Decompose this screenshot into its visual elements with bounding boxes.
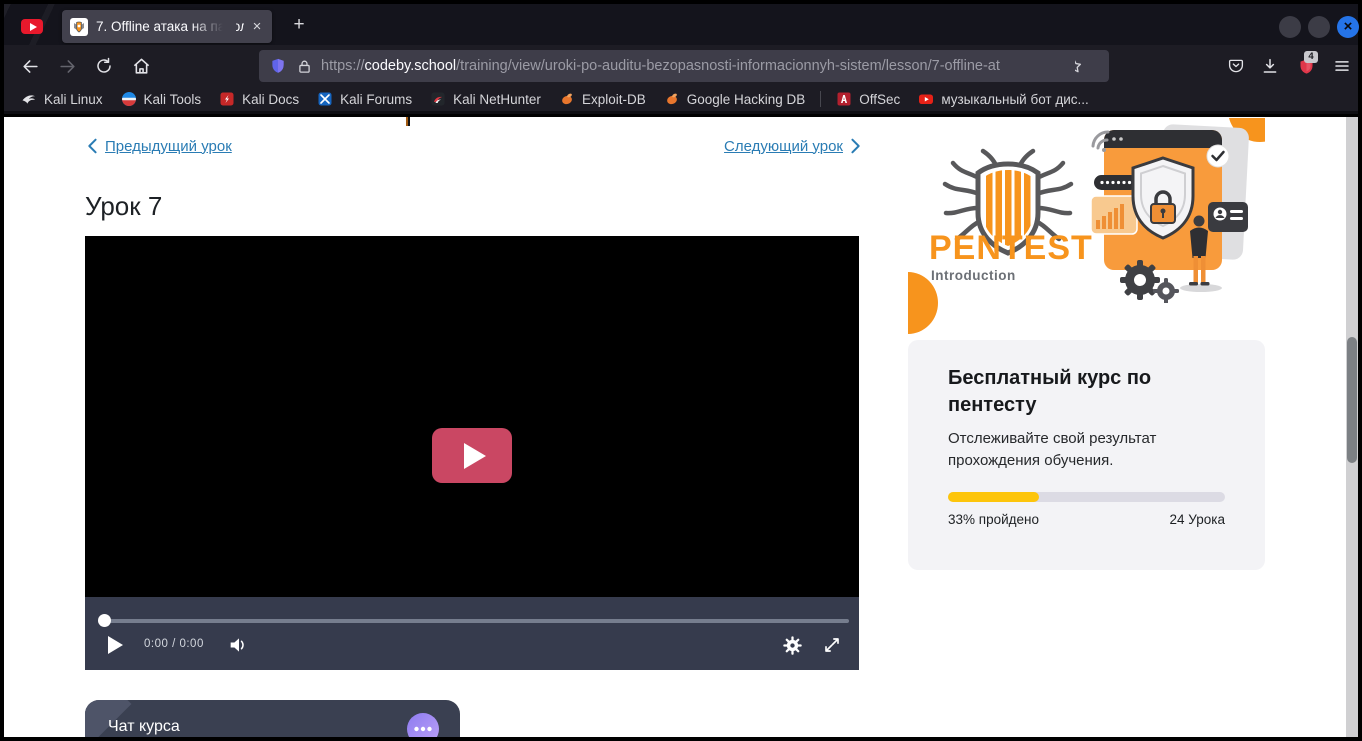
- kali-tools-icon: [121, 91, 137, 107]
- codeby-favicon-icon: [70, 18, 88, 36]
- bookmark-kali-docs[interactable]: Kali Docs: [210, 88, 308, 110]
- bookmark-kali-nethunter[interactable]: Kali NetHunter: [421, 88, 550, 110]
- bookmark-google-hacking-db[interactable]: Google Hacking DB: [655, 88, 815, 110]
- pinned-tab-youtube[interactable]: [14, 12, 50, 40]
- menu-icon[interactable]: [1330, 54, 1354, 78]
- bookmark-kali-forums[interactable]: Kali Forums: [308, 88, 421, 110]
- lesson-title: Урок 7: [85, 191, 162, 222]
- url-text[interactable]: https://codeby.school/training/view/urok…: [321, 58, 1063, 74]
- tab-close-icon[interactable]: ×: [248, 18, 266, 36]
- fullscreen-icon[interactable]: [821, 634, 843, 656]
- course-progress-fill: [948, 492, 1039, 502]
- next-lesson-link[interactable]: Следующий урок: [724, 137, 863, 155]
- url-path: /training/view/uroki-po-auditu-bezopasno…: [456, 58, 1000, 74]
- back-icon[interactable]: [18, 54, 42, 78]
- close-button[interactable]: ×: [1337, 16, 1359, 38]
- kali-docs-icon: [219, 91, 235, 107]
- youtube-icon: [918, 91, 934, 107]
- forward-icon[interactable]: [55, 54, 79, 78]
- lessons-count-label: 24 Урока: [1170, 512, 1225, 527]
- video-player[interactable]: 0:00 / 0:00: [85, 236, 859, 670]
- url-scheme: https://: [321, 58, 365, 74]
- course-progress-track: [948, 492, 1225, 502]
- bookmarks-separator: [820, 91, 821, 107]
- downloads-icon[interactable]: [1258, 54, 1282, 78]
- bookmark-kali-linux[interactable]: Kali Linux: [12, 88, 112, 110]
- seek-knob[interactable]: [98, 614, 111, 627]
- bookmark-kali-tools[interactable]: Kali Tools: [112, 88, 211, 110]
- volume-icon[interactable]: [228, 635, 250, 655]
- progress-percent-label: 33% пройдено: [948, 512, 1039, 527]
- settings-gear-icon[interactable]: [781, 634, 803, 656]
- clipped-heading-artifact: [406, 117, 410, 126]
- page-content: Предыдущий урок Следующий урок Урок 7 0:…: [4, 117, 1358, 737]
- course-progress-labels: 33% пройдено 24 Урока: [948, 512, 1225, 527]
- course-title: Бесплатный курс по пентесту: [948, 365, 1228, 419]
- video-controls: 0:00 / 0:00: [85, 597, 859, 670]
- minimize-button[interactable]: [1279, 16, 1301, 38]
- course-description: Отслеживайте свой результат прохождения …: [948, 428, 1228, 472]
- maximize-button[interactable]: [1308, 16, 1330, 38]
- bookmark-music-bot[interactable]: музыкальный бот дис...: [909, 88, 1097, 110]
- pocket-icon[interactable]: [1224, 54, 1248, 78]
- url-domain: codeby.school: [365, 58, 457, 74]
- home-icon[interactable]: [129, 54, 153, 78]
- bookmark-exploit-db[interactable]: Exploit-DB: [550, 88, 655, 110]
- lock-icon[interactable]: [296, 58, 313, 75]
- extension-badge: 4: [1304, 51, 1318, 63]
- big-play-button[interactable]: [432, 428, 512, 483]
- google-hacking-db-icon: [664, 91, 680, 107]
- youtube-icon: [21, 19, 43, 34]
- navigation-toolbar: https://codeby.school/training/view/urok…: [4, 45, 1358, 87]
- tab-title-fade: [192, 10, 236, 43]
- chat-bubble-icon[interactable]: [403, 710, 443, 737]
- exploit-db-icon: [559, 91, 575, 107]
- course-progress-card: Бесплатный курс по пентесту Отслеживайте…: [908, 340, 1265, 570]
- url-bar[interactable]: https://codeby.school/training/view/urok…: [259, 50, 1109, 82]
- url-fade: [1015, 50, 1075, 82]
- seek-bar[interactable]: [100, 619, 849, 623]
- tab-bar: 7. Offline атака на пароли × + ×: [4, 4, 1358, 45]
- offsec-icon: [836, 91, 852, 107]
- kali-forums-icon: [317, 91, 333, 107]
- browser-window: 7. Offline атака на пароли × + ×: [0, 0, 1362, 741]
- chevron-left-icon: [85, 137, 99, 155]
- active-tab[interactable]: 7. Offline атака на пароли ×: [62, 10, 272, 43]
- chevron-right-icon: [849, 137, 863, 155]
- lesson-navigation: Предыдущий урок Следующий урок: [85, 137, 863, 155]
- banner-subtitle: Introduction: [931, 268, 1016, 283]
- time-display: 0:00 / 0:00: [144, 638, 204, 650]
- kali-nethunter-icon: [430, 91, 446, 107]
- bookmark-offsec[interactable]: OffSec: [827, 88, 909, 110]
- previous-lesson-link[interactable]: Предыдущий урок: [85, 137, 232, 155]
- new-tab-button[interactable]: +: [288, 14, 310, 36]
- kali-linux-icon: [21, 91, 37, 107]
- reload-icon[interactable]: [92, 54, 116, 78]
- course-chat-card[interactable]: Чат курса: [85, 700, 460, 737]
- bookmarks-toolbar: Kali Linux Kali Tools Kali Docs Kali For…: [4, 87, 1358, 114]
- banner-brand: PENTEST: [929, 229, 1093, 267]
- banner-illustration: [1091, 124, 1249, 303]
- page-scrollbar-thumb[interactable]: [1347, 337, 1357, 463]
- play-icon[interactable]: [105, 634, 125, 656]
- chat-title: Чат курса: [108, 718, 180, 736]
- tracking-shield-icon[interactable]: [269, 57, 287, 75]
- course-banner-image: PENTEST Introduction: [908, 118, 1265, 303]
